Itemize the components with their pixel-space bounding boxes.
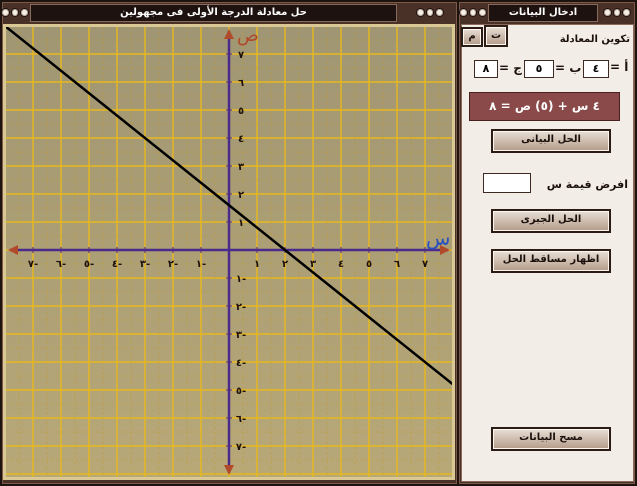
assume-x-input[interactable] — [483, 173, 531, 193]
data-window-controls-left[interactable] — [459, 3, 488, 21]
x-tick-label: ٤- — [112, 259, 122, 270]
x-tick-label: ٢- — [168, 259, 178, 270]
x-tick-label: ٦ — [394, 259, 400, 270]
y-tick-label: ٣ — [238, 162, 244, 173]
graph-window-controls-right[interactable] — [416, 3, 445, 21]
y-tick-label: ٤ — [238, 134, 244, 145]
graph-area[interactable]: س ص ٧- ٦- ٥- ٤- ٣- ٢- ١- ١ ٢ ٣ ٤ ٥ ٦ ٧ ٧ ٦ ٥ ٤ ٣ ٢ ١ ١- ٢- ٣- ٤- ٥… — [6, 27, 452, 477]
y-tick-label: ٢- — [236, 302, 246, 313]
x-axis-label: س — [426, 226, 450, 250]
graph-window-title: حل معادلة الدرجة الأولى فى مجهولين — [30, 4, 397, 22]
assume-x-label: افرض قيمة س — [546, 178, 628, 191]
x-tick-label: ٣- — [140, 259, 150, 270]
tab-m[interactable]: م — [461, 27, 483, 47]
algebraic-solution-button[interactable]: الحل الجبرى — [491, 209, 611, 233]
tab-t[interactable]: ت — [484, 25, 508, 47]
x-tick-label: ٤ — [338, 259, 344, 270]
y-tick-label: ٦- — [236, 414, 246, 425]
x-tick-label: ٦- — [56, 259, 66, 270]
y-tick-label: ١- — [236, 274, 246, 285]
y-tick-label: ٦ — [238, 78, 244, 89]
input-a[interactable]: ٤ — [583, 60, 609, 78]
label-c: ج = — [499, 61, 522, 75]
x-tick-label: ١ — [254, 259, 260, 270]
x-tick-label: ٢ — [282, 259, 288, 270]
equation-form-heading: تكوين المعادلة — [559, 34, 630, 45]
y-tick-label: ٧- — [236, 442, 246, 453]
input-c[interactable]: ٨ — [474, 60, 498, 78]
show-projections-button[interactable]: اظهار مساقط الحل — [491, 249, 611, 273]
x-tick-label: ٣ — [310, 259, 316, 270]
y-tick-label: ٧ — [238, 50, 244, 61]
y-tick-label: ١ — [238, 218, 244, 229]
x-tick-label: ٧ — [422, 259, 428, 270]
x-tick-label: ٥ — [366, 259, 372, 270]
equation-display: ٤ س + (٥) ص = ٨ — [469, 92, 620, 121]
y-tick-label: ٤- — [236, 358, 246, 369]
data-window-controls-right[interactable] — [603, 3, 632, 21]
y-tick-label: ٢ — [238, 190, 244, 201]
x-tick-label: ١- — [196, 259, 206, 270]
graphical-solution-button[interactable]: الحل البيانى — [491, 129, 611, 153]
x-tick-label: ٥- — [84, 259, 94, 270]
label-b: ب = — [555, 61, 582, 75]
input-b[interactable]: ٥ — [524, 60, 554, 78]
data-window-title: ادخال البيانات — [488, 4, 598, 22]
graph-window-controls-left[interactable] — [1, 3, 30, 21]
x-tick-label: ٧- — [28, 259, 38, 270]
y-tick-label: ٥- — [236, 386, 246, 397]
label-a: أ = — [610, 60, 629, 74]
y-axis-label: ص — [237, 27, 259, 46]
y-tick-label: ٥ — [238, 106, 244, 117]
clear-data-button[interactable]: مسح البيانات — [491, 427, 611, 451]
y-tick-label: ٣- — [236, 330, 246, 341]
